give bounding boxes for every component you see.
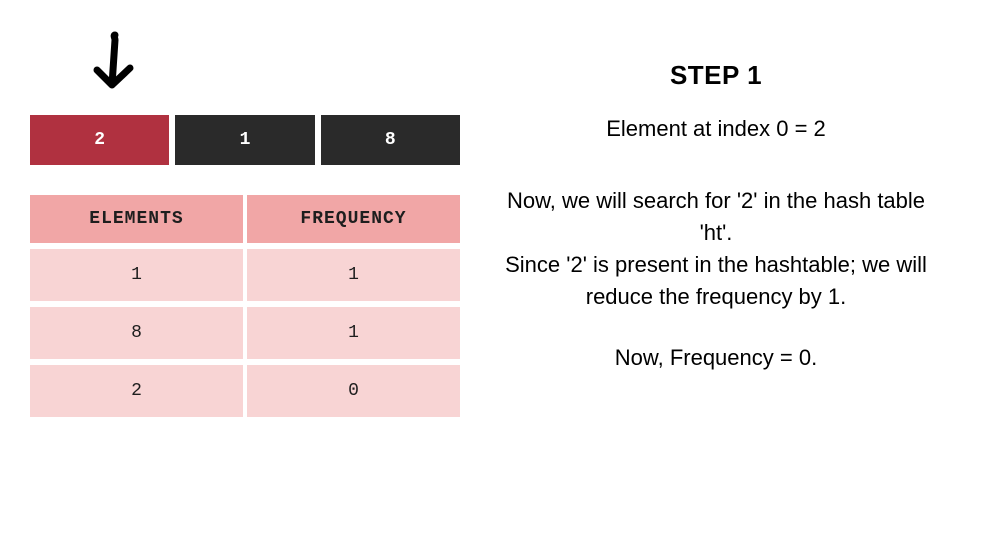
array-cell-2: 8 xyxy=(321,115,460,165)
cell-element: 1 xyxy=(30,249,243,301)
table-row: 1 1 xyxy=(30,249,460,301)
desc-result: Now, Frequency = 0. xyxy=(490,342,942,374)
pointer-arrow xyxy=(30,30,460,115)
hash-table: ELEMENTS FREQUENCY 1 1 8 1 2 0 xyxy=(30,195,460,417)
desc-search: Now, we will search for '2' in the hash … xyxy=(490,185,942,249)
cell-frequency: 1 xyxy=(247,307,460,359)
table-row: 2 0 xyxy=(30,365,460,417)
array-row: 2 1 8 xyxy=(30,115,460,165)
down-arrow-icon xyxy=(85,30,145,110)
desc-index-value: Element at index 0 = 2 xyxy=(490,113,942,145)
array-cell-1: 1 xyxy=(175,115,314,165)
cell-element: 8 xyxy=(30,307,243,359)
desc-reduce: Since '2' is present in the hashtable; w… xyxy=(490,249,942,313)
cell-element: 2 xyxy=(30,365,243,417)
step-title: STEP 1 xyxy=(490,60,942,91)
table-header: ELEMENTS FREQUENCY xyxy=(30,195,460,243)
header-frequency: FREQUENCY xyxy=(247,195,460,243)
array-cell-0: 2 xyxy=(30,115,169,165)
cell-frequency: 0 xyxy=(247,365,460,417)
table-row: 8 1 xyxy=(30,307,460,359)
header-elements: ELEMENTS xyxy=(30,195,243,243)
cell-frequency: 1 xyxy=(247,249,460,301)
